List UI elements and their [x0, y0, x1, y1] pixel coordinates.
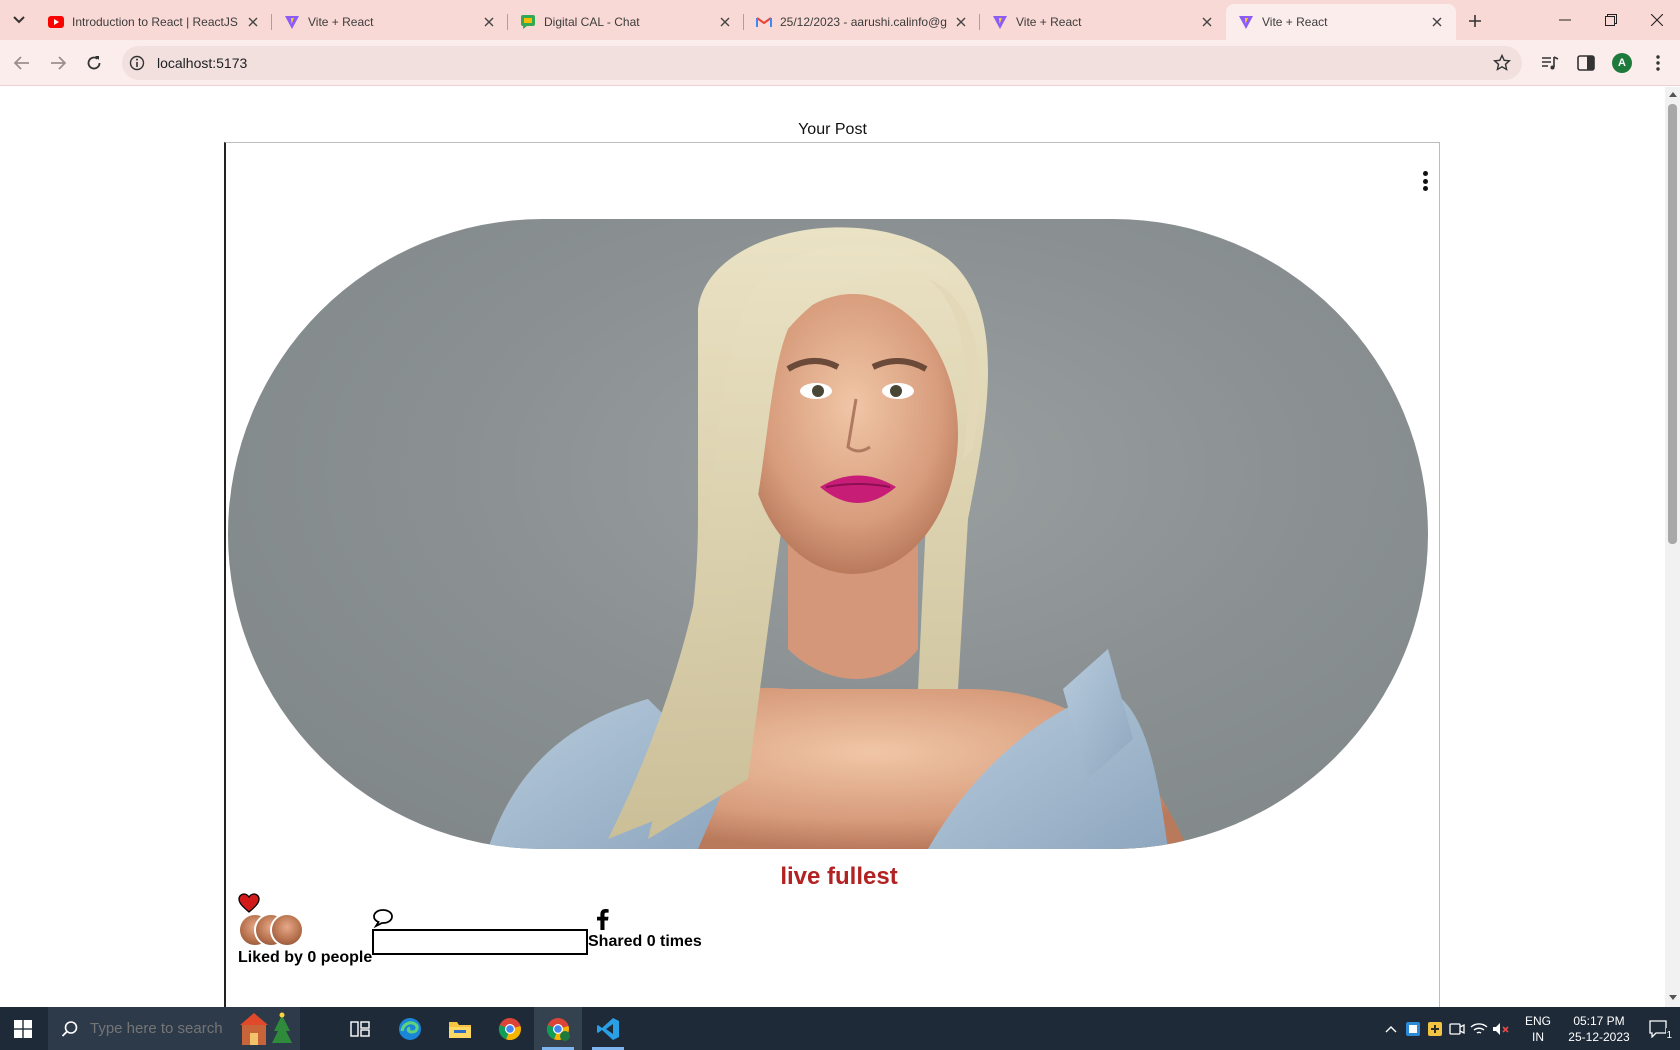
taskbar-search-box[interactable]	[48, 1007, 300, 1050]
close-tab-icon[interactable]	[480, 13, 498, 31]
vite-icon	[992, 14, 1008, 30]
site-info-icon[interactable]	[128, 54, 146, 72]
wifi-icon[interactable]	[1468, 1007, 1490, 1050]
new-tab-plus-icon[interactable]	[1463, 9, 1487, 33]
reload-icon[interactable]	[81, 50, 107, 76]
forward-icon[interactable]	[45, 50, 71, 76]
chrome-icon[interactable]	[486, 1007, 534, 1050]
tab-react-intro[interactable]: Introduction to React | ReactJS	[36, 4, 272, 40]
scroll-down-icon[interactable]	[1668, 993, 1677, 1002]
close-tab-icon[interactable]	[1198, 13, 1216, 31]
avatar	[270, 913, 304, 947]
tab-title: Vite + React	[1262, 15, 1328, 29]
tab-search-chevron-icon[interactable]	[6, 7, 32, 33]
minimize-icon[interactable]	[1552, 8, 1578, 32]
tab-title: 25/12/2023 - aarushi.calinfo@g	[780, 15, 947, 29]
close-tab-icon[interactable]	[952, 13, 970, 31]
vscode-icon[interactable]	[584, 1007, 632, 1050]
vite-icon	[1238, 14, 1254, 30]
tab-gmail[interactable]: 25/12/2023 - aarushi.calinfo@g	[744, 4, 980, 40]
post-caption: live fullest	[780, 863, 898, 890]
tray-app-2-icon[interactable]	[1424, 1007, 1446, 1050]
youtube-icon	[48, 14, 64, 30]
page-scrollbar[interactable]	[1665, 87, 1680, 1007]
post-image	[228, 219, 1428, 849]
tab-vite-react-1[interactable]: Vite + React	[272, 4, 508, 40]
like-heart-icon[interactable]	[238, 893, 260, 913]
url-input[interactable]	[157, 46, 1457, 80]
tray-app-icon[interactable]	[1402, 1007, 1424, 1050]
tab-title: Digital CAL - Chat	[544, 15, 640, 29]
close-tab-icon[interactable]	[1428, 13, 1446, 31]
tab-title: Vite + React	[1016, 15, 1082, 29]
scrollbar-thumb[interactable]	[1668, 104, 1677, 544]
notification-count-badge: 1	[1666, 1028, 1672, 1044]
address-bar[interactable]	[122, 46, 1522, 80]
vite-icon	[284, 14, 300, 30]
search-icon	[60, 1019, 80, 1039]
page-viewport: Your Post live fullest Liked by 0 people…	[0, 87, 1665, 1007]
tab-digital-cal-chat[interactable]: Digital CAL - Chat	[508, 4, 744, 40]
back-icon[interactable]	[9, 50, 35, 76]
close-tab-icon[interactable]	[716, 13, 734, 31]
file-explorer-icon[interactable]	[436, 1007, 484, 1050]
facebook-share-icon[interactable]	[594, 908, 616, 932]
clock-time: 05:17 PM	[1573, 1013, 1625, 1028]
post-card: live fullest Liked by 0 people Shared 0 …	[224, 142, 1440, 1007]
clock-date: 25-12-2023	[1568, 1029, 1630, 1044]
restore-icon[interactable]	[1598, 8, 1624, 32]
language-code: ENG	[1524, 1013, 1551, 1028]
bookmark-star-icon[interactable]	[1492, 53, 1512, 73]
volume-muted-icon[interactable]	[1490, 1007, 1512, 1050]
browser-toolbar: A	[0, 40, 1680, 86]
close-window-icon[interactable]	[1644, 8, 1670, 32]
page-title: Your Post	[798, 121, 867, 138]
post-options-icon[interactable]	[1415, 169, 1435, 193]
gmail-icon	[756, 14, 772, 30]
edge-icon[interactable]	[386, 1007, 434, 1050]
windows-start-icon[interactable]	[0, 1007, 46, 1050]
show-hidden-icons-chevron-icon[interactable]	[1380, 1007, 1402, 1050]
tab-strip: Introduction to React | ReactJS Vite + R…	[0, 0, 1680, 40]
liker-avatars	[238, 913, 304, 947]
google-chat-icon	[520, 14, 536, 30]
likes-count-text: Liked by 0 people	[238, 949, 373, 966]
portrait-photo-illustration	[488, 227, 1188, 849]
tab-vite-react-active[interactable]: Vite + React	[1226, 4, 1456, 40]
clock[interactable]: 05:17 PM 25-12-2023	[1560, 1007, 1638, 1050]
shares-count-text: Shared 0 times	[588, 933, 702, 950]
chrome-profile-icon[interactable]	[534, 1007, 582, 1050]
notification-center-icon[interactable]: 1	[1638, 1007, 1678, 1050]
profile-initial: A	[1612, 53, 1632, 73]
tab-vite-react-2[interactable]: Vite + React	[980, 4, 1226, 40]
language-indicator[interactable]: ENG IN	[1516, 1007, 1560, 1050]
comment-bubble-icon[interactable]	[372, 908, 394, 930]
profile-avatar[interactable]: A	[1610, 51, 1634, 75]
taskbar-search-input[interactable]	[90, 1020, 260, 1037]
search-highlight-illustration	[240, 1012, 292, 1045]
media-control-icon[interactable]	[1538, 51, 1562, 75]
tab-title: Introduction to React | ReactJS	[72, 15, 238, 29]
windows-taskbar: ENG IN 05:17 PM 25-12-2023 1	[0, 1007, 1680, 1050]
scroll-up-icon[interactable]	[1668, 90, 1677, 99]
meet-now-icon[interactable]	[1446, 1007, 1468, 1050]
tab-title: Vite + React	[308, 15, 374, 29]
task-view-icon[interactable]	[336, 1007, 384, 1050]
close-tab-icon[interactable]	[244, 13, 262, 31]
comment-input[interactable]	[372, 929, 588, 955]
side-panel-icon[interactable]	[1574, 51, 1598, 75]
region-code: IN	[1532, 1029, 1544, 1044]
browser-menu-icon[interactable]	[1646, 51, 1670, 75]
